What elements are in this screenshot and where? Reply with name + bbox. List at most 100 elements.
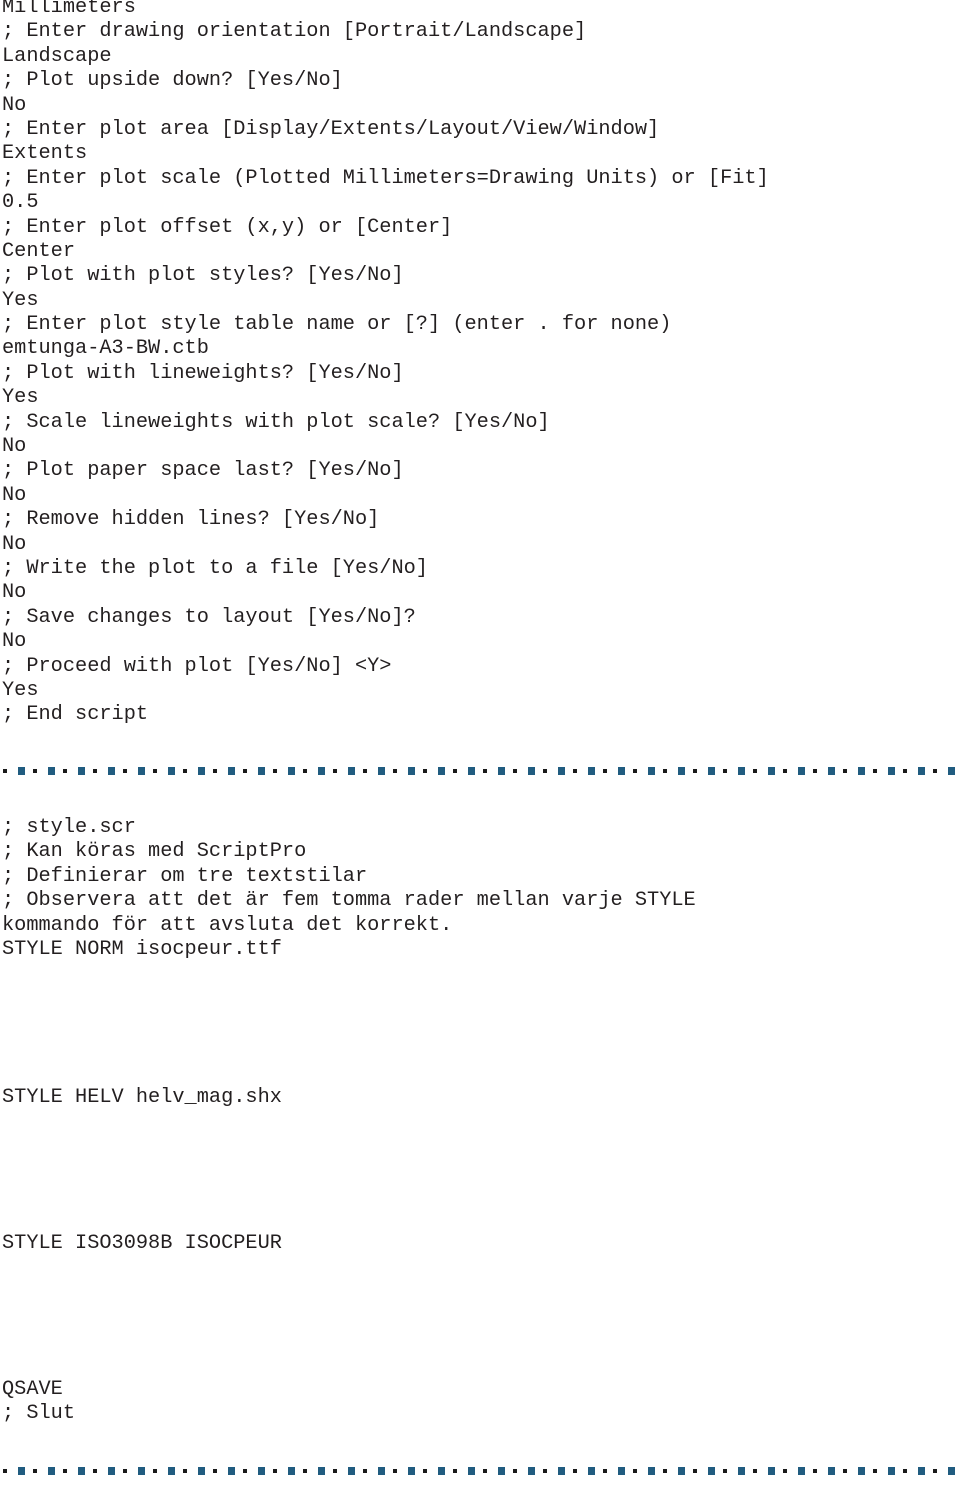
separator-top-dot-large-39: [588, 767, 595, 775]
separator-top-dot-small-26: [393, 769, 397, 773]
separator-top-dot-large-53: [798, 767, 805, 775]
separator-bottom-dot-large-43: [648, 1467, 655, 1475]
style-script-line-5: STYLE NORM isocpeur.ttf: [2, 937, 282, 961]
separator-top-dot-small-60: [903, 769, 907, 773]
separator-top-dot-large-25: [378, 767, 385, 775]
separator-top-dot-small-12: [183, 769, 187, 773]
separator-top-dot-large-23: [348, 767, 355, 775]
separator-top-dot-small-10: [153, 769, 157, 773]
separator-bottom-dot-small-50: [753, 1469, 757, 1473]
separator-bottom-dot-large-57: [858, 1467, 865, 1475]
separator-bottom-dot-small-20: [303, 1469, 307, 1473]
qsave-line-1: ; Slut: [2, 1402, 76, 1426]
separator-bottom-dot-small-28: [423, 1469, 427, 1473]
separator-top-dot-large-55: [828, 767, 835, 775]
separator-top-dot-small-16: [243, 769, 247, 773]
plot-script-line-29: ; End script: [2, 703, 149, 727]
separator-bottom-dot-small-30: [453, 1469, 457, 1473]
plot-script-line-1: ; Enter drawing orientation [Portrait/La…: [2, 20, 587, 44]
separator-bottom-dot-large-23: [348, 1467, 355, 1475]
separator-top-dot-large-3: [48, 767, 55, 775]
qsave-line-0: QSAVE: [2, 1378, 63, 1401]
separator-bottom-dot-small-62: [933, 1469, 937, 1473]
document-page: Millimeters; Enter drawing orientation […: [0, 0, 960, 1490]
plot-script-line-16: Yes: [2, 386, 39, 410]
plot-script-line-24: No: [2, 581, 27, 605]
style-script-line-0: ; style.scr: [2, 816, 136, 839]
separator-top-dot-small-48: [723, 769, 727, 773]
qsave-text-block: QSAVE; Slut: [2, 1378, 75, 1427]
separator-bottom-dot-small-0: [3, 1469, 7, 1473]
dotted-separator-top: [0, 766, 960, 776]
separator-top-dot-large-59: [888, 767, 895, 775]
plot-script-line-15: ; Plot with lineweights? [Yes/No]: [2, 361, 404, 385]
separator-top-dot-large-51: [768, 767, 775, 775]
plot-script-line-23: ; Write the plot to a file [Yes/No]: [2, 556, 428, 580]
separator-top-dot-large-63: [948, 767, 955, 775]
separator-bottom-dot-large-37: [558, 1467, 565, 1475]
separator-bottom-dot-large-63: [948, 1467, 955, 1475]
separator-bottom-dot-large-51: [768, 1467, 775, 1475]
style-helv-line-0: STYLE HELV helv_mag.shx: [2, 1086, 282, 1109]
separator-top-dot-large-29: [438, 767, 445, 775]
separator-bottom-dot-large-19: [288, 1467, 295, 1475]
separator-bottom-dot-small-34: [513, 1469, 517, 1473]
separator-top-dot-large-11: [168, 767, 175, 775]
plot-script-line-9: ; Enter plot offset (x,y) or [Center]: [2, 215, 453, 239]
separator-top-dot-large-9: [138, 767, 145, 775]
separator-bottom-dot-large-33: [498, 1467, 505, 1475]
plot-script-line-8: 0.5: [2, 191, 39, 215]
separator-bottom-dot-small-10: [153, 1469, 157, 1473]
separator-top-dot-small-24: [363, 769, 367, 773]
plot-script-line-5: ; Enter plot area [Display/Extents/Layou…: [2, 117, 660, 141]
style-iso-line-0: STYLE ISO3098B ISOCPEUR: [2, 1232, 282, 1255]
plot-script-line-11: ; Plot with plot styles? [Yes/No]: [2, 264, 404, 288]
separator-bottom-dot-large-55: [828, 1467, 835, 1475]
plot-script-line-10: Center: [2, 239, 76, 263]
separator-bottom-dot-small-56: [843, 1469, 847, 1473]
separator-top-dot-large-1: [18, 767, 25, 775]
plot-script-line-21: ; Remove hidden lines? [Yes/No]: [2, 508, 380, 532]
plot-script-line-19: ; Plot paper space last? [Yes/No]: [2, 459, 404, 483]
separator-top-dot-small-8: [123, 769, 127, 773]
plot-script-line-18: No: [2, 435, 27, 459]
separator-bottom-dot-large-59: [888, 1467, 895, 1475]
style-iso-text-block: STYLE ISO3098B ISOCPEUR: [2, 1232, 282, 1256]
separator-bottom-dot-large-39: [588, 1467, 595, 1475]
separator-bottom-dot-small-32: [483, 1469, 487, 1473]
plot-script-line-3: ; Plot upside down? [Yes/No]: [2, 69, 343, 93]
separator-bottom-dot-large-7: [108, 1467, 115, 1475]
plot-script-line-27: ; Proceed with plot [Yes/No] <Y>: [2, 654, 392, 678]
separator-top-dot-large-61: [918, 767, 925, 775]
separator-top-dot-small-18: [273, 769, 277, 773]
plot-script-line-17: ; Scale lineweights with plot scale? [Ye…: [2, 410, 550, 434]
separator-bottom-dot-small-46: [693, 1469, 697, 1473]
plot-script-text-block: Millimeters; Enter drawing orientation […: [2, 0, 769, 728]
separator-top-dot-small-20: [303, 769, 307, 773]
separator-bottom-dot-small-44: [663, 1469, 667, 1473]
separator-bottom-dot-large-61: [918, 1467, 925, 1475]
plot-script-line-0: Millimeters: [2, 0, 136, 19]
separator-top-dot-large-43: [648, 767, 655, 775]
separator-bottom-dot-large-35: [528, 1467, 535, 1475]
separator-bottom-dot-large-1: [18, 1467, 25, 1475]
plot-script-line-7: ; Enter plot scale (Plotted Millimeters=…: [2, 166, 769, 190]
plot-script-line-12: Yes: [2, 288, 39, 312]
separator-bottom-dot-large-41: [618, 1467, 625, 1475]
separator-bottom-dot-small-60: [903, 1469, 907, 1473]
separator-bottom-dot-small-12: [183, 1469, 187, 1473]
plot-script-line-26: No: [2, 630, 27, 654]
separator-top-dot-large-5: [78, 767, 85, 775]
separator-bottom-dot-large-45: [678, 1467, 685, 1475]
separator-top-dot-small-14: [213, 769, 217, 773]
separator-top-dot-small-4: [63, 769, 67, 773]
separator-top-dot-large-35: [528, 767, 535, 775]
plot-script-line-20: No: [2, 483, 27, 507]
separator-top-dot-large-37: [558, 767, 565, 775]
separator-bottom-dot-small-42: [633, 1469, 637, 1473]
separator-bottom-dot-large-9: [138, 1467, 145, 1475]
separator-top-dot-large-31: [468, 767, 475, 775]
separator-top-dot-small-56: [843, 769, 847, 773]
separator-bottom-dot-large-11: [168, 1467, 175, 1475]
separator-bottom-dot-small-54: [813, 1469, 817, 1473]
